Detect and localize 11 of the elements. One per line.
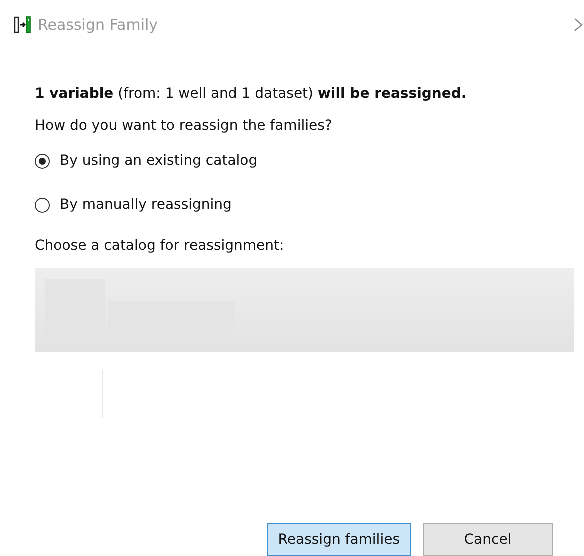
- catalog-label: Choose a catalog for reassignment:: [35, 238, 286, 254]
- radio-button[interactable]: [35, 154, 50, 168]
- summary-text: 1 variable (from: 1 well and 1 dataset) will be reassigned.: [35, 86, 468, 102]
- radio-option[interactable]: By manually reassigning: [35, 194, 584, 216]
- radio-button[interactable]: [35, 198, 50, 212]
- radio-option[interactable]: By using an existing catalog: [35, 150, 584, 172]
- cancel-button[interactable]: Cancel: [423, 523, 553, 556]
- window-title: Reassign Family: [38, 16, 158, 34]
- reassign-button[interactable]: Reassign families: [267, 523, 411, 556]
- app-icon: [14, 16, 32, 34]
- question-text: How do you want to reassign the families?: [35, 118, 334, 134]
